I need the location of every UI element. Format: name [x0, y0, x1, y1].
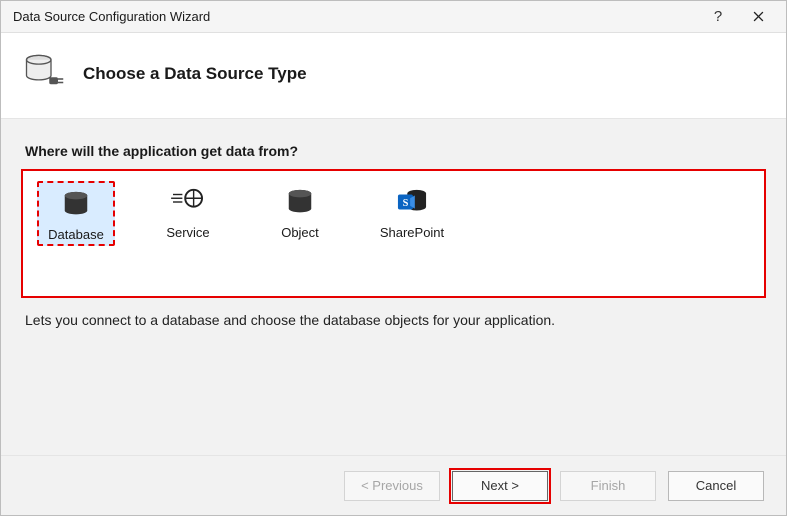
previous-button: < Previous	[344, 471, 440, 501]
option-sharepoint[interactable]: S SharePoint	[373, 181, 451, 246]
svg-text:S: S	[403, 198, 409, 209]
option-label: Object	[281, 225, 319, 240]
object-icon	[280, 185, 320, 219]
cancel-button[interactable]: Cancel	[668, 471, 764, 501]
wizard-body: Where will the application get data from…	[1, 118, 786, 455]
wizard-header: Choose a Data Source Type	[1, 33, 786, 118]
service-icon	[168, 185, 208, 219]
sharepoint-icon: S	[392, 185, 432, 219]
option-object[interactable]: Object	[261, 181, 339, 246]
header-icon	[23, 51, 65, 96]
data-source-options: Database Service	[21, 169, 766, 298]
titlebar: Data Source Configuration Wizard ?	[1, 1, 786, 33]
close-button[interactable]	[738, 1, 778, 33]
window-title: Data Source Configuration Wizard	[13, 9, 698, 24]
finish-button: Finish	[560, 471, 656, 501]
close-icon	[753, 11, 764, 22]
wizard-footer: < Previous Next > Finish Cancel	[1, 455, 786, 515]
next-button[interactable]: Next >	[452, 471, 548, 501]
option-label: SharePoint	[380, 225, 444, 240]
database-plug-icon	[23, 51, 65, 93]
prompt-text: Where will the application get data from…	[25, 143, 766, 159]
wizard-window: Data Source Configuration Wizard ? Choos…	[0, 0, 787, 516]
option-database[interactable]: Database	[37, 181, 115, 246]
option-label: Service	[166, 225, 209, 240]
option-service[interactable]: Service	[149, 181, 227, 246]
option-label: Database	[48, 227, 104, 242]
wizard-heading: Choose a Data Source Type	[83, 64, 307, 84]
option-description: Lets you connect to a database and choos…	[25, 312, 762, 328]
database-icon	[56, 187, 96, 221]
help-button[interactable]: ?	[698, 1, 738, 33]
